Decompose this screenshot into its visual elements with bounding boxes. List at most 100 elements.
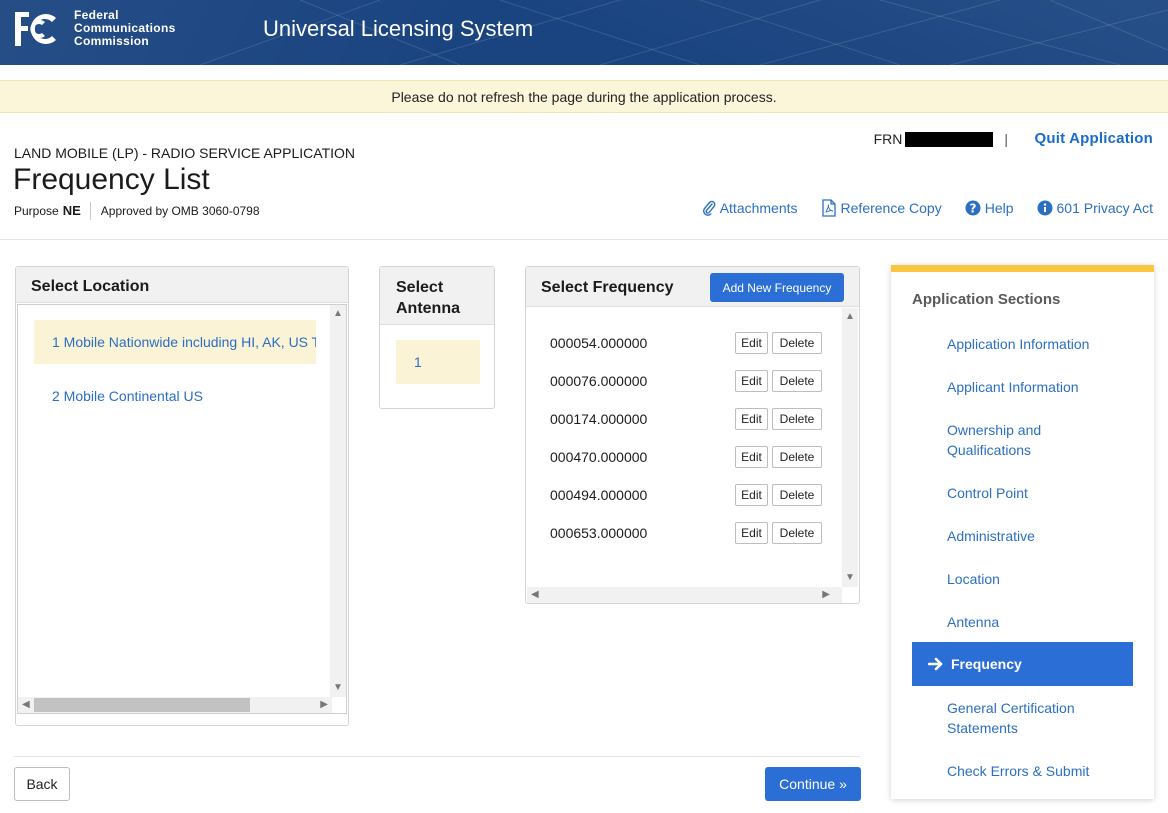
- scroll-right-arrow-icon[interactable]: ▶: [320, 700, 328, 710]
- select-antenna-title: Select Antenna: [380, 267, 494, 325]
- continue-button[interactable]: Continue »: [765, 767, 861, 801]
- edit-frequency-button[interactable]: Edit: [735, 446, 768, 468]
- frequency-value: 000470.000000: [550, 449, 648, 465]
- svg-text:?: ?: [969, 201, 976, 215]
- select-location-title: Select Location: [16, 267, 348, 303]
- section-administrative[interactable]: Administrative: [947, 526, 1127, 546]
- delete-frequency-button[interactable]: Delete: [772, 332, 822, 354]
- help-link[interactable]: ? Help: [965, 199, 1014, 217]
- location-vertical-scrollbar[interactable]: ▲ ▼: [330, 305, 346, 697]
- select-antenna-title-line-1: Select: [396, 279, 444, 296]
- scroll-down-arrow-icon[interactable]: ▼: [845, 573, 855, 583]
- location-item-2[interactable]: 2 Mobile Continental US: [34, 374, 316, 418]
- frn-separator: |: [1004, 131, 1008, 147]
- service-title: LAND MOBILE (LP) - RADIO SERVICE APPLICA…: [14, 145, 356, 161]
- location-list[interactable]: 1 Mobile Nationwide including HI, AK, US…: [17, 304, 347, 714]
- section-general-certification[interactable]: General Certification Statements: [947, 698, 1127, 738]
- add-new-frequency-button[interactable]: Add New Frequency: [710, 273, 844, 302]
- delete-frequency-button[interactable]: Delete: [772, 408, 822, 430]
- delete-frequency-button[interactable]: Delete: [772, 370, 822, 392]
- system-title: Universal Licensing System: [263, 16, 534, 41]
- purpose-line: Purpose NE Approved by OMB 3060-0798: [14, 202, 260, 220]
- select-location-panel: Select Location 1 Mobile Nationwide incl…: [15, 266, 349, 726]
- attachments-label: Attachments: [719, 200, 798, 216]
- help-label: Help: [984, 200, 1014, 216]
- edit-frequency-button[interactable]: Edit: [735, 408, 768, 430]
- frequency-value: 000076.000000: [550, 373, 648, 389]
- frequency-list[interactable]: 000054.000000 Edit Delete 000076.000000 …: [527, 308, 858, 603]
- section-frequency[interactable]: Frequency: [912, 642, 1133, 686]
- section-antenna[interactable]: Antenna: [947, 612, 1127, 632]
- agency-name: Federal Communications Commission: [74, 9, 176, 48]
- frequency-row: 000653.000000 Edit Delete: [550, 522, 822, 544]
- delete-frequency-button[interactable]: Delete: [772, 484, 822, 506]
- notice-banner: Please do not refresh the page during th…: [0, 80, 1168, 113]
- scroll-right-arrow-icon[interactable]: ▶: [822, 590, 830, 600]
- section-location[interactable]: Location: [947, 569, 1127, 589]
- frequency-horizontal-scrollbar[interactable]: ◀ ▶: [527, 587, 842, 603]
- agency-line-3: Commission: [74, 34, 150, 48]
- frn-block: FRN |: [874, 131, 1008, 147]
- reference-copy-link[interactable]: Reference Copy: [821, 199, 942, 217]
- section-ownership-line-1: Ownership and: [947, 422, 1042, 438]
- frequency-value: 000054.000000: [550, 335, 648, 351]
- section-control-point[interactable]: Control Point: [947, 483, 1127, 503]
- frequency-vertical-scrollbar[interactable]: ▲ ▼: [842, 308, 858, 587]
- select-frequency-panel: Select Frequency Add New Frequency 00005…: [525, 266, 860, 604]
- section-general-certification-line-1: General Certification: [947, 700, 1075, 716]
- utility-links: Attachments Reference Copy ? Help 601 Pr…: [679, 199, 1153, 217]
- bottom-divider: [14, 756, 860, 757]
- quit-application-link[interactable]: Quit Application: [1035, 131, 1153, 147]
- edit-frequency-button[interactable]: Edit: [735, 332, 768, 354]
- location-item-1[interactable]: 1 Mobile Nationwide including HI, AK, US…: [34, 320, 316, 364]
- frequency-row: 000076.000000 Edit Delete: [550, 370, 822, 392]
- frequency-row: 000174.000000 Edit Delete: [550, 408, 822, 430]
- purpose-value: NE: [62, 203, 81, 218]
- scroll-left-arrow-icon[interactable]: ◀: [22, 700, 30, 710]
- attachments-link[interactable]: Attachments: [702, 199, 798, 217]
- select-antenna-panel: Select Antenna 1: [379, 266, 495, 409]
- select-frequency-title: Select Frequency: [541, 279, 674, 296]
- antenna-item-1[interactable]: 1: [396, 340, 480, 384]
- fcc-logo-icon: [15, 12, 56, 46]
- privacy-act-link[interactable]: 601 Privacy Act: [1037, 199, 1153, 217]
- section-ownership-line-2: Qualifications: [947, 442, 1032, 458]
- section-ownership-qualifications[interactable]: Ownership and Qualifications: [947, 420, 1127, 460]
- purpose-label: Purpose: [14, 204, 59, 218]
- site-header: Federal Communications Commission Univer…: [0, 0, 1168, 65]
- frequency-row: 000470.000000 Edit Delete: [550, 446, 822, 468]
- scroll-down-arrow-icon[interactable]: ▼: [333, 683, 343, 693]
- back-button[interactable]: Back: [14, 767, 70, 801]
- scroll-up-arrow-icon[interactable]: ▲: [845, 312, 855, 322]
- application-sections-panel: Application Sections Application Informa…: [891, 265, 1154, 799]
- section-general-certification-line-2: Statements: [947, 720, 1018, 736]
- frequency-row: 000054.000000 Edit Delete: [550, 332, 822, 354]
- frequency-value: 000174.000000: [550, 411, 648, 427]
- application-sections-title: Application Sections: [912, 291, 1061, 308]
- frn-label: FRN: [873, 131, 903, 147]
- edit-frequency-button[interactable]: Edit: [735, 370, 768, 392]
- frequency-row: 000494.000000 Edit Delete: [550, 484, 822, 506]
- frn-redacted-value: [905, 131, 994, 147]
- select-frequency-header: Select Frequency Add New Frequency: [526, 267, 859, 307]
- edit-frequency-button[interactable]: Edit: [735, 484, 768, 506]
- location-horizontal-scrollbar[interactable]: ◀ ▶: [18, 697, 332, 713]
- page-title: Frequency List: [13, 163, 210, 196]
- edit-frequency-button[interactable]: Edit: [735, 522, 768, 544]
- select-antenna-title-line-2: Antenna: [396, 300, 460, 317]
- help-circle-icon: ?: [965, 200, 981, 216]
- frequency-value: 000494.000000: [550, 487, 648, 503]
- pdf-file-icon: [821, 199, 836, 217]
- section-frequency-label: Frequency: [951, 656, 1022, 672]
- arrow-right-icon: [928, 657, 943, 671]
- section-applicant-information[interactable]: Applicant Information: [947, 377, 1127, 397]
- scroll-up-arrow-icon[interactable]: ▲: [333, 309, 343, 319]
- reference-copy-label: Reference Copy: [840, 200, 942, 216]
- omb-approval: Approved by OMB 3060-0798: [100, 204, 260, 218]
- scroll-left-arrow-icon[interactable]: ◀: [531, 590, 539, 600]
- delete-frequency-button[interactable]: Delete: [772, 522, 822, 544]
- section-application-information[interactable]: Application Information: [947, 334, 1127, 354]
- delete-frequency-button[interactable]: Delete: [772, 446, 822, 468]
- section-check-errors-submit[interactable]: Check Errors & Submit: [947, 761, 1127, 781]
- horizontal-scroll-thumb[interactable]: [34, 698, 250, 712]
